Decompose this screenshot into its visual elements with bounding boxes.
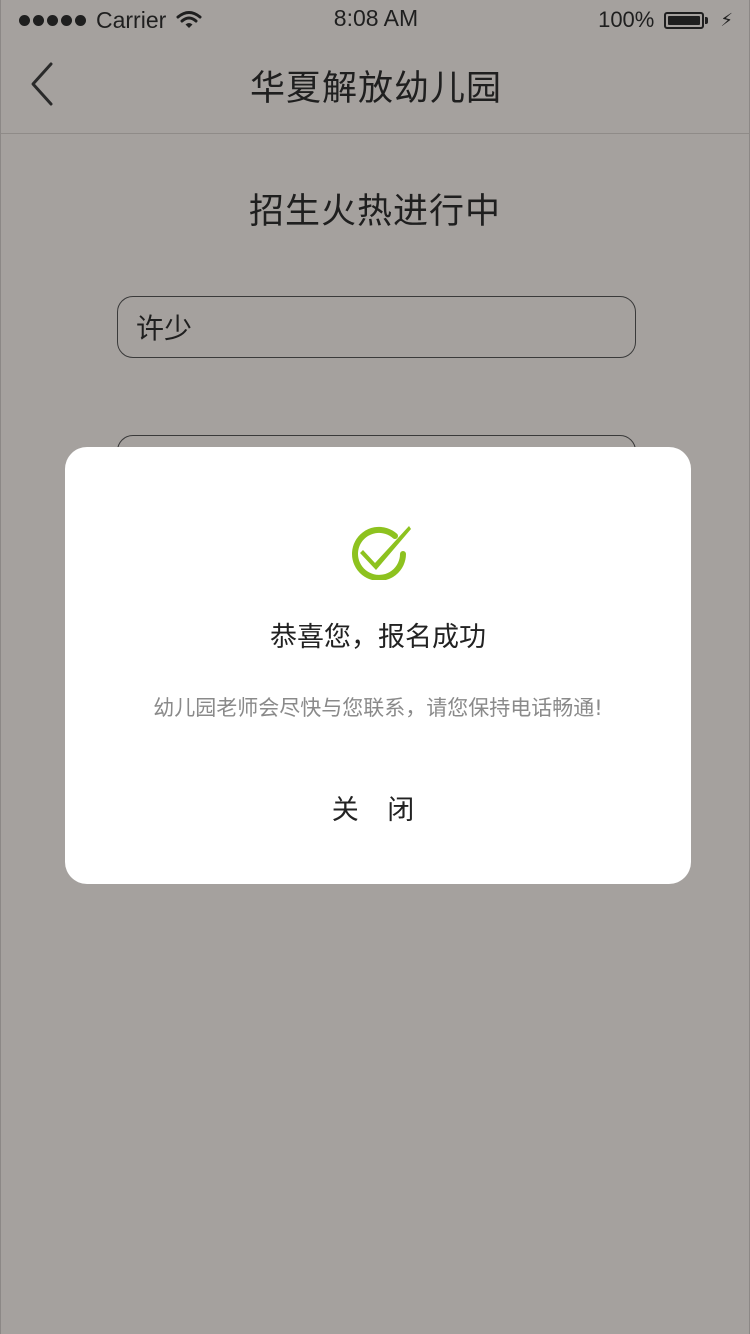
app-screen: Carrier 8:08 AM 100% ⚡ 华夏解放幼儿园 招生火热进行中 许…	[0, 0, 750, 1334]
status-bar-right: 100% ⚡	[598, 0, 733, 40]
dialog-title: 恭喜您，报名成功	[270, 622, 486, 653]
carrier-name: Carrier	[96, 6, 167, 33]
success-dialog: 恭喜您，报名成功 幼儿园老师会尽快与您联系，请您保持电话畅通! 关 闭	[65, 447, 691, 884]
dialog-message: 幼儿园老师会尽快与您联系，请您保持电话畅通!	[153, 696, 603, 720]
status-bar: Carrier 8:08 AM 100% ⚡	[1, 0, 749, 40]
battery-percent: 100%	[598, 7, 655, 32]
status-bar-left: Carrier	[19, 0, 202, 40]
name-field-value: 许少	[136, 312, 193, 345]
battery-icon	[664, 11, 709, 29]
name-field[interactable]: 许少	[117, 296, 636, 358]
signal-strength-icon	[19, 14, 86, 26]
check-circle-icon	[347, 520, 415, 581]
charging-bolt-icon: ⚡	[720, 9, 733, 30]
close-button[interactable]: 关 闭	[278, 783, 478, 839]
navigation-bar: 华夏解放幼儿园	[1, 40, 749, 134]
nav-title: 华夏解放幼儿园	[249, 69, 502, 109]
page-heading: 招生火热进行中	[248, 192, 501, 232]
wifi-icon	[176, 10, 202, 30]
